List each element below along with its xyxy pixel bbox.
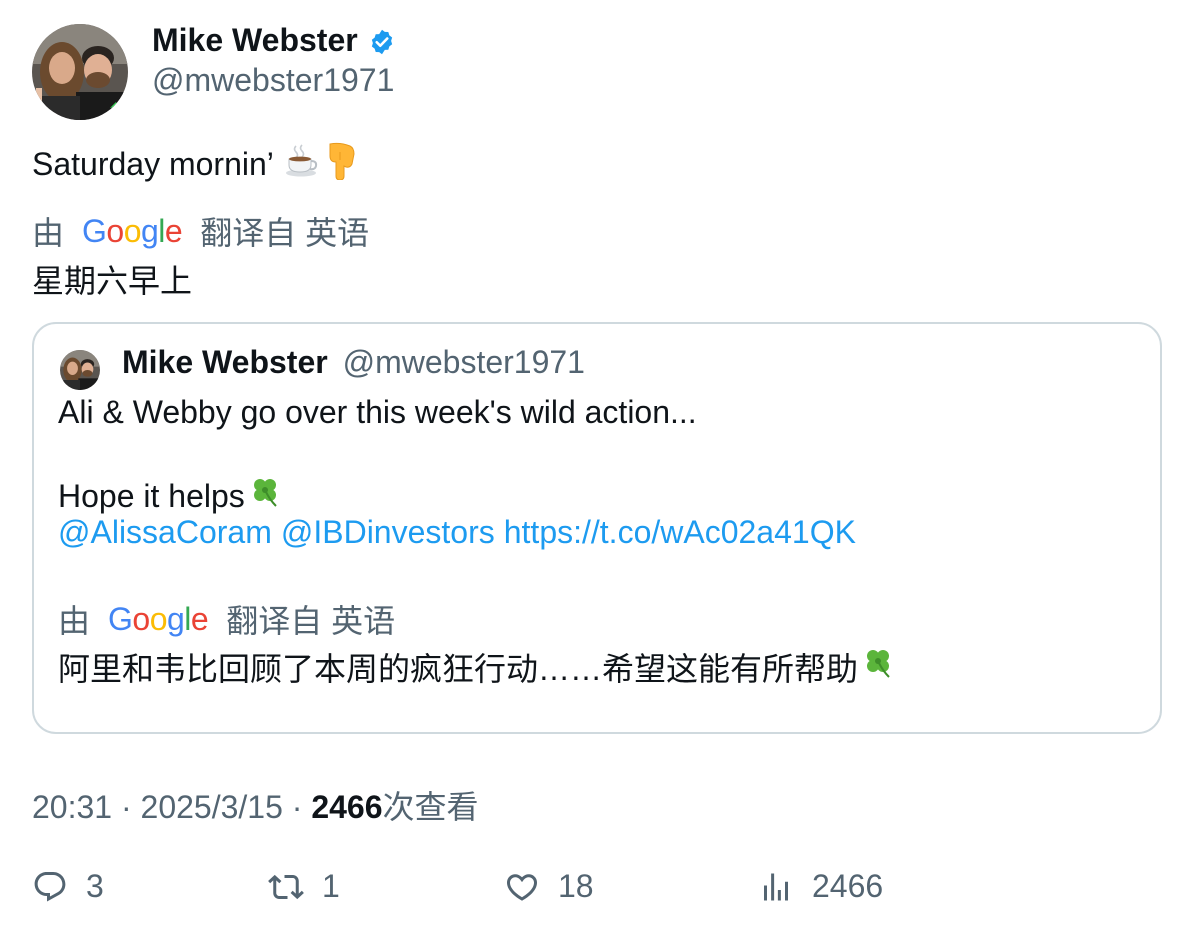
quoted-translation-prefix: 由 (58, 603, 91, 639)
quoted-text-line2-content: Hope it helps (58, 477, 245, 514)
mention-link-ibdinvestors[interactable]: @IBDinvestors (281, 514, 495, 551)
translation-prefix: 由 (32, 215, 65, 251)
quoted-google-logo: Google (108, 600, 209, 637)
verified-badge-icon (368, 27, 396, 55)
views-count: 2466 (311, 789, 383, 825)
repost-count: 1 (322, 868, 340, 904)
views-action-count: 2466 (812, 868, 884, 904)
meta-separator: · (291, 789, 303, 825)
tweet-date[interactable]: 2025/3/15 (141, 789, 283, 825)
like-count: 18 (558, 868, 594, 904)
tweet-meta: 20:31 · 2025/3/15 · 2466次查看 (32, 782, 479, 828)
google-logo: Google (82, 212, 183, 249)
views-button[interactable]: 2466 (758, 868, 883, 905)
quoted-translated-text: 阿里和韦比回顾了本周的疯狂行动……希望这能有所帮助 (58, 644, 896, 690)
quoted-translation-attribution: 由 Google 翻译自 英语 (58, 596, 395, 642)
author-name-text: Mike Webster (152, 22, 358, 58)
url-link[interactable]: https://t.co/wAc02a41QK (504, 514, 856, 551)
translation-attribution: 由 Google 翻译自 英语 (32, 208, 369, 254)
quoted-author-avatar (60, 350, 100, 390)
tweet-time[interactable]: 20:31 (32, 789, 112, 825)
tweet-text-content: Saturday mornin’ (32, 145, 274, 182)
reply-count: 3 (86, 868, 104, 904)
four-leaf-clover-icon (860, 645, 896, 689)
pointing-down-hand-icon (322, 140, 358, 188)
quoted-links-line: @AlissaCoram @IBDinvestors https://t.co/… (58, 514, 856, 551)
reply-icon (32, 869, 68, 905)
bar-chart-icon (758, 869, 794, 905)
quoted-author-name: Mike Webster (122, 344, 328, 380)
quoted-tweet-card[interactable]: Mike Webster @mwebster1971 Ali & Webby g… (32, 322, 1162, 734)
meta-separator: · (120, 789, 132, 825)
views-label: 次查看 (382, 789, 479, 825)
quoted-translated-text-content: 阿里和韦比回顾了本周的疯狂行动……希望这能有所帮助 (58, 651, 859, 687)
four-leaf-clover-icon (247, 474, 283, 518)
mention-link-alissacoram[interactable]: @AlissaCoram (58, 514, 272, 551)
quoted-text-line2: Hope it helps (58, 474, 283, 518)
repost-icon (268, 869, 304, 905)
heart-icon (504, 869, 540, 905)
quoted-text-line1: Ali & Webby go over this week's wild act… (58, 394, 697, 430)
quoted-author-handle: @mwebster1971 (342, 344, 585, 380)
tweet-text: Saturday mornin’ (32, 140, 358, 188)
translation-suffix: 翻译自 英语 (200, 215, 370, 251)
translated-text: 星期六早上 (32, 263, 193, 299)
author-name[interactable]: Mike Webster (152, 22, 396, 59)
author-avatar[interactable] (32, 24, 128, 120)
quoted-translation-suffix: 翻译自 英语 (226, 603, 396, 639)
coffee-cup-icon (284, 142, 320, 186)
author-handle[interactable]: @mwebster1971 (152, 62, 394, 99)
repost-button[interactable]: 1 (268, 868, 340, 905)
quoted-author-header: Mike Webster @mwebster1971 (122, 344, 585, 381)
like-button[interactable]: 18 (504, 868, 594, 905)
reply-button[interactable]: 3 (32, 868, 104, 905)
